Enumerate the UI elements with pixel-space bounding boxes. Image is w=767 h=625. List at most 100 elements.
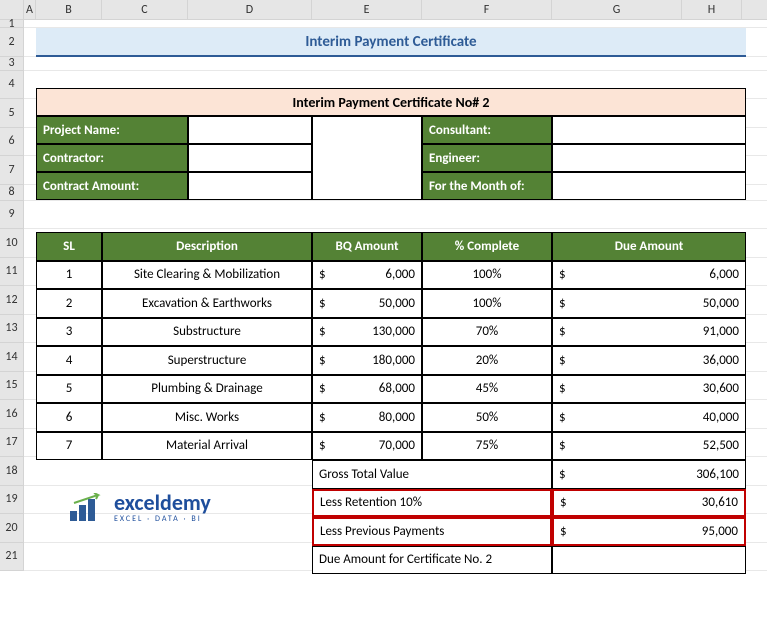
- cell-pct[interactable]: 45%: [422, 375, 552, 404]
- col-header-h[interactable]: H: [682, 0, 742, 19]
- th-pct: % Complete: [422, 232, 552, 261]
- col-header-g[interactable]: G: [552, 0, 682, 19]
- row-header-10[interactable]: 10: [0, 229, 24, 258]
- chart-bars-icon: [70, 493, 106, 523]
- row-header-13[interactable]: 13: [0, 315, 24, 344]
- row-header-19[interactable]: 19: [0, 486, 24, 515]
- th-sl: SL: [36, 232, 102, 261]
- row-header-11[interactable]: 11: [0, 258, 24, 287]
- cell-due[interactable]: $91,000: [552, 318, 746, 347]
- cell-desc[interactable]: Excavation & Earthworks: [102, 289, 312, 318]
- table-row: 7Material Arrival$70,00075%$52,500: [36, 432, 746, 461]
- cell-due[interactable]: $30,600: [552, 375, 746, 404]
- image-placeholder: [312, 116, 422, 200]
- cell-bq[interactable]: $180,000: [312, 346, 422, 375]
- row-header-2[interactable]: 2: [0, 28, 24, 57]
- table-row: 1Site Clearing & Mobilization$6,000100%$…: [36, 261, 746, 290]
- row-header-3[interactable]: 3: [0, 57, 24, 71]
- row-header-17[interactable]: 17: [0, 429, 24, 458]
- cell-due[interactable]: $40,000: [552, 403, 746, 432]
- cell-bq[interactable]: $80,000: [312, 403, 422, 432]
- col-header-b[interactable]: B: [36, 0, 102, 19]
- cell-bq[interactable]: $130,000: [312, 318, 422, 347]
- row-header-16[interactable]: 16: [0, 400, 24, 429]
- cell-due[interactable]: $50,000: [552, 289, 746, 318]
- row-header-7[interactable]: 7: [0, 156, 24, 185]
- spreadsheet: A B C D E F G H 1 2 3 4 5 6 7 8 9 10 11 …: [0, 0, 767, 625]
- row-header-6[interactable]: 6: [0, 128, 24, 157]
- cell-pct[interactable]: 20%: [422, 346, 552, 375]
- col-header-e[interactable]: E: [312, 0, 422, 19]
- cell-due[interactable]: $36,000: [552, 346, 746, 375]
- table-row: 4Superstructure$180,00020%$36,000: [36, 346, 746, 375]
- row-header-15[interactable]: 15: [0, 372, 24, 401]
- field-consultant[interactable]: [552, 116, 746, 144]
- cell-sl[interactable]: 3: [36, 318, 102, 347]
- cell-desc[interactable]: Material Arrival: [102, 432, 312, 461]
- cell-sl[interactable]: 7: [36, 432, 102, 461]
- row-header-1[interactable]: 1: [0, 20, 24, 28]
- row-header-21[interactable]: 21: [0, 543, 24, 572]
- logo-text-main: exceldemy: [114, 492, 211, 514]
- retention-label: Less Retention 10%: [312, 489, 552, 518]
- cell-sl[interactable]: 1: [36, 261, 102, 290]
- cell-sl[interactable]: 5: [36, 375, 102, 404]
- field-contract-amount[interactable]: [188, 172, 312, 200]
- label-month: For the Month of:: [422, 172, 552, 200]
- col-header-d[interactable]: D: [188, 0, 312, 19]
- gross-total-label: Gross Total Value: [312, 460, 552, 489]
- cell-sl[interactable]: 6: [36, 403, 102, 432]
- row-header-14[interactable]: 14: [0, 343, 24, 372]
- row-header-9[interactable]: 9: [0, 201, 24, 230]
- table-row: 5Plumbing & Drainage$68,00045%$30,600: [36, 375, 746, 404]
- cell-pct[interactable]: 75%: [422, 432, 552, 461]
- field-project[interactable]: [188, 116, 312, 144]
- col-header-c[interactable]: C: [102, 0, 188, 19]
- retention-value: $30,610: [552, 489, 746, 518]
- cell-desc[interactable]: Plumbing & Drainage: [102, 375, 312, 404]
- column-headers: A B C D E F G H: [0, 0, 767, 20]
- logo-text-sub: EXCEL · DATA · BI: [114, 514, 211, 524]
- field-engineer[interactable]: [552, 144, 746, 172]
- cell-due[interactable]: $52,500: [552, 432, 746, 461]
- cell-pct[interactable]: 100%: [422, 261, 552, 290]
- label-contractor: Contractor:: [36, 144, 188, 172]
- cell-bq[interactable]: $70,000: [312, 432, 422, 461]
- row-header-5[interactable]: 5: [0, 99, 24, 128]
- row-header-18[interactable]: 18: [0, 457, 24, 486]
- table-header: SL Description BQ Amount % Complete Due …: [36, 232, 746, 261]
- cell-bq[interactable]: $6,000: [312, 261, 422, 290]
- cell-sl[interactable]: 4: [36, 346, 102, 375]
- cell-desc[interactable]: Substructure: [102, 318, 312, 347]
- previous-payments-label: Less Previous Payments: [312, 517, 552, 546]
- cell-pct[interactable]: 50%: [422, 403, 552, 432]
- cell-pct[interactable]: 70%: [422, 318, 552, 347]
- field-month[interactable]: [552, 172, 746, 200]
- due-cert-label: Due Amount for Certificate No. 2: [312, 546, 552, 575]
- label-project: Project Name:: [36, 116, 188, 144]
- cell-desc[interactable]: Site Clearing & Mobilization: [102, 261, 312, 290]
- table-row: 6Misc. Works$80,00050%$40,000: [36, 403, 746, 432]
- cell-bq[interactable]: $68,000: [312, 375, 422, 404]
- col-header-a[interactable]: A: [24, 0, 36, 19]
- row-header-4[interactable]: 4: [0, 71, 24, 100]
- logo: exceldemy EXCEL · DATA · BI: [70, 492, 211, 524]
- field-contractor[interactable]: [188, 144, 312, 172]
- cell-due[interactable]: $6,000: [552, 261, 746, 290]
- cell-desc[interactable]: Misc. Works: [102, 403, 312, 432]
- row-header-8[interactable]: 8: [0, 185, 24, 201]
- gross-total-value: $306,100: [552, 460, 746, 489]
- row-header-12[interactable]: 12: [0, 286, 24, 315]
- cell-pct[interactable]: 100%: [422, 289, 552, 318]
- previous-payments-value: $95,000: [552, 517, 746, 546]
- certificate-box: Interim Payment Certificate No# 2 Projec…: [36, 88, 746, 200]
- due-cert-value: [552, 546, 746, 575]
- cell-bq[interactable]: $50,000: [312, 289, 422, 318]
- label-contract-amount: Contract Amount:: [36, 172, 188, 200]
- cell-desc[interactable]: Superstructure: [102, 346, 312, 375]
- col-header-f[interactable]: F: [422, 0, 552, 19]
- cell-sl[interactable]: 2: [36, 289, 102, 318]
- table-row: 3Substructure$130,00070%$91,000: [36, 318, 746, 347]
- th-bq: BQ Amount: [312, 232, 422, 261]
- row-header-20[interactable]: 20: [0, 514, 24, 543]
